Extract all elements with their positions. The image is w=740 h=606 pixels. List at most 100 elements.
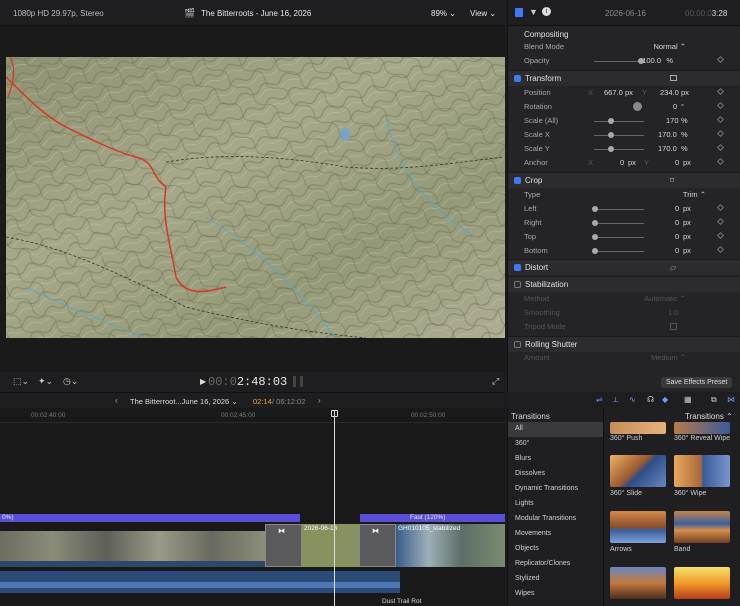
transform-checkbox[interactable] (514, 75, 521, 82)
transitions-title-menu[interactable]: Transitions ⌃ (685, 412, 733, 421)
filter-icon[interactable]: ▼ (529, 7, 538, 17)
category-objects[interactable]: Objects (508, 542, 603, 557)
rotation-dial[interactable] (633, 102, 642, 111)
zoom-menu[interactable]: 89% ⌄ (431, 9, 456, 18)
thumb-360-wipe[interactable] (674, 455, 730, 487)
solo-icon[interactable]: ◆ (662, 395, 668, 404)
keyframe-icon[interactable] (716, 115, 725, 124)
keyframe-icon[interactable] (716, 143, 725, 152)
category-dynamic[interactable]: Dynamic Transitions (508, 482, 603, 497)
tripod-checkbox[interactable] (670, 323, 677, 330)
scale-x-knob[interactable] (608, 132, 614, 138)
video-clip-right[interactable]: GH010105_stabilized (396, 524, 505, 567)
transitions-toggle-icon[interactable]: ⋈ (727, 395, 735, 404)
transition-block-left[interactable]: ⧓ (265, 524, 302, 567)
speed-tool-icon[interactable]: ◷⌄ (63, 376, 78, 387)
skimming-icon[interactable]: ⇌ (596, 395, 603, 404)
crop-type-row: Type Trim ⌃ (524, 190, 706, 199)
speed-bar-right[interactable]: Fast (120%) (360, 514, 505, 522)
crop-tool-icon[interactable]: ⬚⌄ (13, 376, 29, 387)
app-window: 1080p HD 29.97p, Stereo 🎬 The Bitterroot… (0, 0, 740, 606)
view-menu[interactable]: View ⌄ (470, 9, 496, 18)
filmstrip-icon[interactable]: ▦ (684, 395, 692, 404)
opacity-slider[interactable] (594, 61, 644, 62)
crop-left-knob[interactable] (592, 206, 598, 212)
category-modular[interactable]: Modular Transitions (508, 512, 603, 527)
thumb-arrows[interactable] (610, 511, 666, 543)
video-clip-left[interactable] (0, 531, 265, 561)
crop-bottom-slider[interactable] (594, 251, 644, 252)
browser-toggle-icon[interactable]: ⧉ (711, 395, 717, 405)
keyframe-icon[interactable] (716, 55, 725, 64)
thumb-360-reveal-wipe[interactable] (674, 422, 730, 434)
transition-block-right[interactable]: ⧓ (359, 524, 396, 567)
save-effects-preset-button[interactable]: Save Effects Preset (661, 377, 733, 388)
back-arrow-icon[interactable]: ‹ (115, 396, 118, 405)
crop-onscreen-icon[interactable]: ⌑ (670, 176, 674, 185)
info-icon[interactable]: i (542, 7, 551, 16)
thumb-360-push[interactable] (610, 422, 666, 434)
blend-mode-popup[interactable]: Normal ⌃ (653, 42, 686, 51)
transform-onscreen-icon[interactable] (670, 75, 677, 81)
clapper-icon: 🎬 (184, 8, 196, 18)
scale-y-slider[interactable] (594, 149, 644, 150)
speed-bar-left[interactable]: 0%) (0, 514, 300, 522)
enhance-tool-icon[interactable]: ✦⌄ (38, 376, 53, 387)
rolling-shutter-checkbox[interactable] (514, 341, 521, 348)
play-button[interactable]: ▶ (200, 377, 206, 386)
timeline-duration: / 06:12:02 (272, 397, 306, 406)
category-blurs[interactable]: Blurs (508, 452, 603, 467)
tripod-row: Tripod Mode (508, 320, 740, 334)
inspector-duration: 00:00:03:28 (685, 9, 728, 18)
audio-skimming-icon[interactable]: ∿ (629, 395, 636, 404)
scale-y-knob[interactable] (608, 146, 614, 152)
inspector-date: 2026-06-16 (605, 9, 646, 18)
method-popup[interactable]: Automatic ⌃ (644, 294, 686, 303)
thumb-next-left[interactable] (610, 567, 666, 599)
keyframe-icon[interactable] (716, 231, 725, 240)
crop-right-slider[interactable] (594, 223, 644, 224)
scale-x-slider[interactable] (594, 135, 644, 136)
distort-section: Distort ▱ (508, 259, 740, 275)
thumb-band[interactable] (674, 511, 730, 543)
crop-top-knob[interactable] (592, 234, 598, 240)
category-movements[interactable]: Movements (508, 527, 603, 542)
crop-left-slider[interactable] (594, 209, 644, 210)
keyframe-icon[interactable] (716, 157, 725, 166)
crop-right-knob[interactable] (592, 220, 598, 226)
crop-top-slider[interactable] (594, 237, 644, 238)
amount-popup[interactable]: Medium ⌃ (651, 353, 686, 362)
category-360[interactable]: 360° (508, 437, 603, 452)
keyframe-icon[interactable] (716, 217, 725, 226)
scale-all-knob[interactable] (608, 118, 614, 124)
category-replicator[interactable]: Replicator/Clones (508, 557, 603, 572)
stabilization-checkbox[interactable] (514, 281, 521, 288)
video-clip-center[interactable]: 2026-06-16 (302, 524, 359, 567)
category-lights[interactable]: Lights (508, 497, 603, 512)
scale-all-slider[interactable] (594, 121, 644, 122)
keyframe-icon[interactable] (716, 129, 725, 138)
thumb-360-slide[interactable] (610, 455, 666, 487)
keyframe-icon[interactable] (716, 245, 725, 254)
playhead[interactable] (334, 411, 335, 606)
keyframe-icon[interactable] (716, 203, 725, 212)
category-dissolves[interactable]: Dissolves (508, 467, 603, 482)
thumb-next-right[interactable] (674, 567, 730, 599)
headphones-icon[interactable]: ☊ (647, 395, 654, 404)
crop-bottom-knob[interactable] (592, 248, 598, 254)
fullscreen-icon[interactable]: ⤢ (492, 376, 499, 387)
category-all[interactable]: All (508, 422, 603, 437)
crop-checkbox[interactable] (514, 177, 521, 184)
keyframe-icon[interactable] (716, 87, 725, 96)
forward-arrow-icon[interactable]: › (318, 396, 321, 405)
playhead-handle[interactable] (331, 410, 338, 417)
distort-checkbox[interactable] (514, 264, 521, 271)
video-inspector-icon[interactable] (515, 8, 523, 17)
snapping-icon[interactable]: ⟂ (613, 395, 618, 405)
crop-type-popup[interactable]: Trim ⌃ (683, 190, 706, 199)
distort-onscreen-icon[interactable]: ▱ (670, 263, 676, 272)
keyframe-icon[interactable] (716, 101, 725, 110)
category-stylized[interactable]: Stylized (508, 572, 603, 587)
timeline-project-menu[interactable]: The Bitterroot...June 16, 2026 ⌄ (130, 397, 238, 406)
category-wipes[interactable]: Wipes (508, 587, 603, 602)
